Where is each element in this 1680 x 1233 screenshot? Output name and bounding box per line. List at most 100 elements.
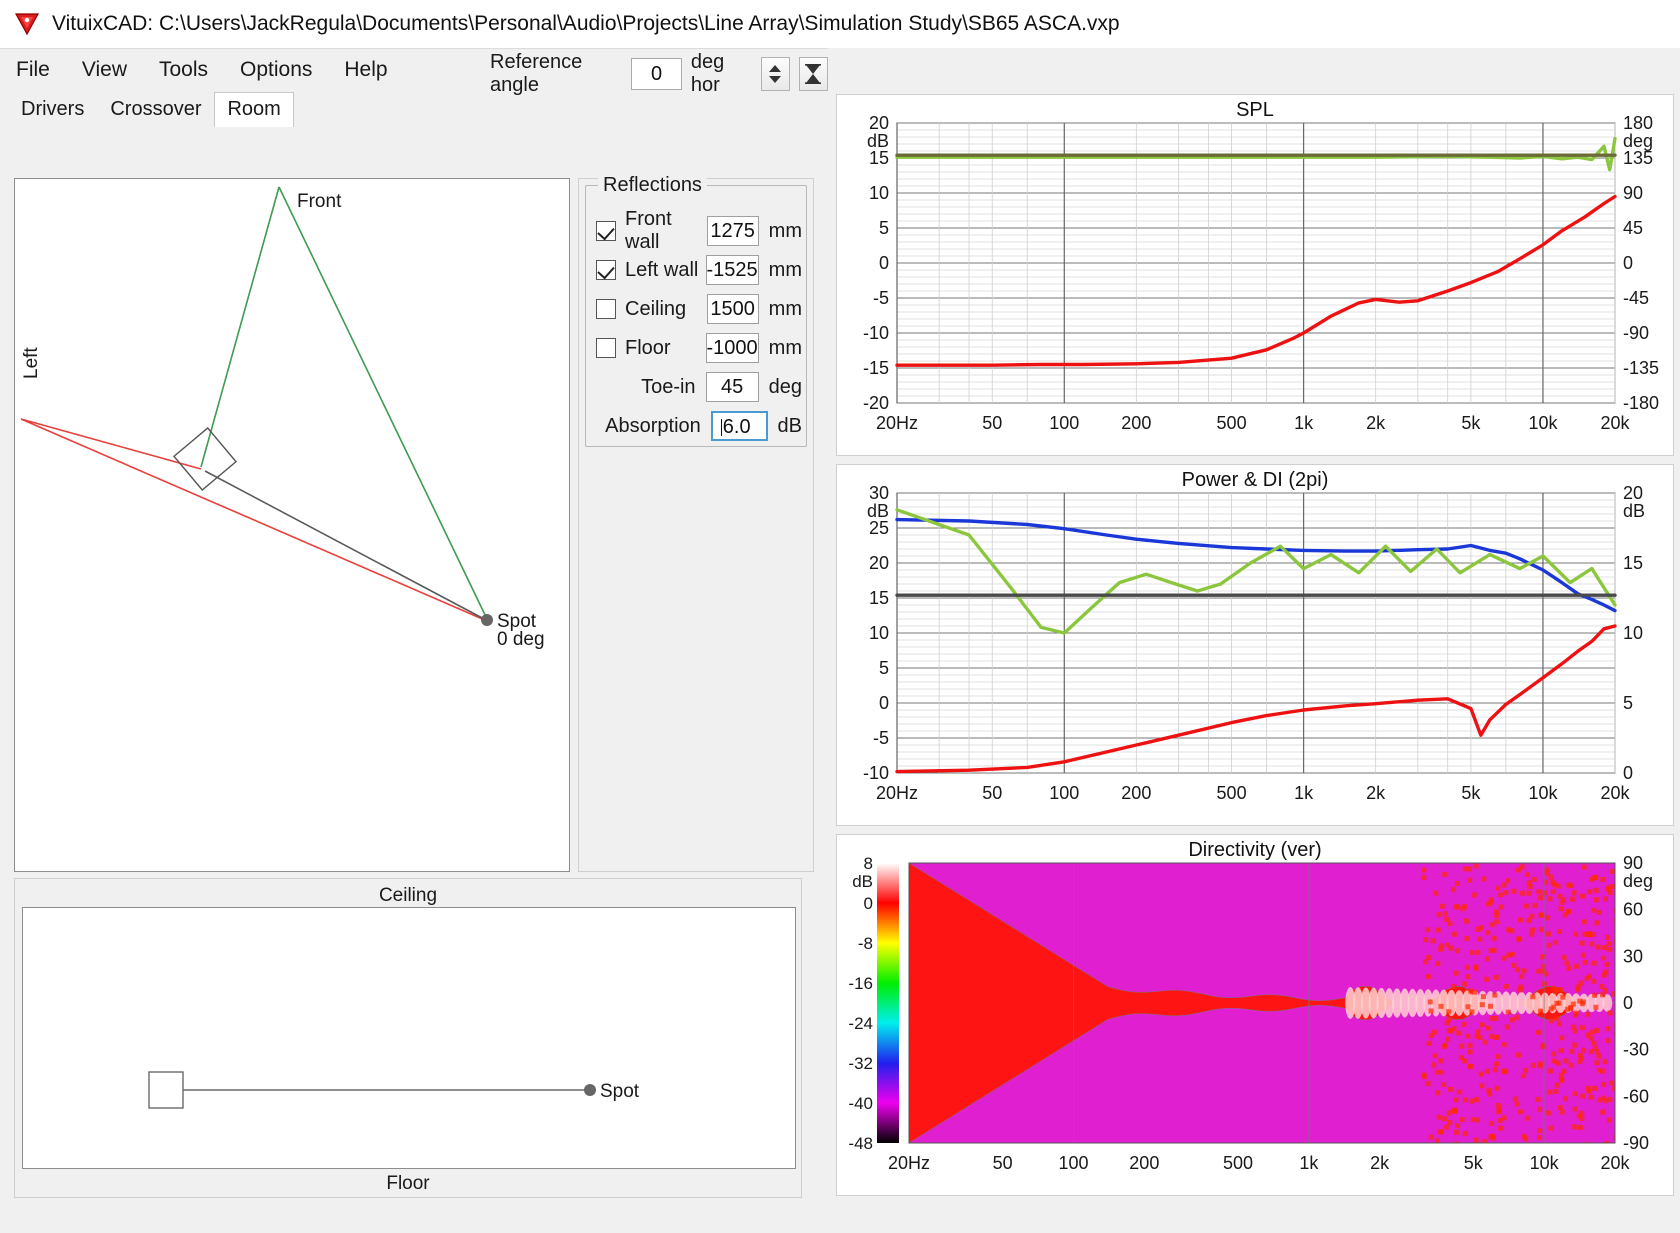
svg-text:-90: -90 bbox=[1623, 1133, 1649, 1153]
reflection-row-left-wall: Left wall -1525 mm bbox=[596, 255, 802, 285]
power-di-chart-panel[interactable]: Power & DI (2pi) 30 25 20 15 10 5 0 -5 -10 dB 20 15… bbox=[836, 464, 1674, 826]
main-split: File View Tools Options Help Reference a… bbox=[0, 48, 1680, 1233]
directivity-chart-panel[interactable]: Directivity (ver) 8 0 -8 -16 -24 -32 -40 -48 dB 9… bbox=[836, 834, 1674, 1196]
svg-text:2k: 2k bbox=[1366, 413, 1386, 433]
svg-text:90: 90 bbox=[1623, 853, 1643, 873]
tab-crossover[interactable]: Crossover bbox=[97, 92, 214, 127]
svg-text:5k: 5k bbox=[1461, 783, 1481, 803]
svg-text:-15: -15 bbox=[863, 358, 889, 378]
svg-text:2k: 2k bbox=[1370, 1153, 1390, 1173]
floor-label: Floor bbox=[625, 337, 706, 360]
svg-text:100: 100 bbox=[1049, 783, 1079, 803]
svg-text:30: 30 bbox=[1623, 946, 1643, 966]
svg-text:500: 500 bbox=[1223, 1153, 1253, 1173]
svg-text:20Hz: 20Hz bbox=[876, 783, 918, 803]
svg-text:-10: -10 bbox=[863, 763, 889, 783]
svg-text:20k: 20k bbox=[1600, 413, 1630, 433]
svg-text:-20: -20 bbox=[863, 393, 889, 413]
floor-distance-input[interactable]: -1000 bbox=[706, 333, 759, 363]
svg-text:1k: 1k bbox=[1294, 783, 1314, 803]
left-wall-unit: mm bbox=[769, 259, 802, 282]
absorption-value: 6.0 bbox=[723, 416, 751, 438]
hourglass-icon[interactable] bbox=[799, 57, 828, 91]
floor-unit: mm bbox=[769, 337, 802, 360]
svg-text:100: 100 bbox=[1058, 1153, 1088, 1173]
reflection-row-absorption: Absorption 6.0 dB bbox=[596, 411, 802, 441]
svg-text:-5: -5 bbox=[873, 728, 889, 748]
reference-angle-input[interactable]: 0 bbox=[631, 58, 682, 90]
title-bar: VituixCAD: C:\Users\JackRegula\Documents… bbox=[0, 0, 1680, 48]
svg-text:-48: -48 bbox=[848, 1134, 873, 1153]
room-side-label-floor: Floor bbox=[15, 1173, 801, 1195]
svg-text:20: 20 bbox=[1623, 483, 1643, 503]
ceiling-label: Ceiling bbox=[625, 298, 707, 321]
menu-view[interactable]: View bbox=[66, 54, 143, 86]
svg-text:-45: -45 bbox=[1623, 288, 1649, 308]
reflections-fieldset: Reflections Front wall 1275 mm Left wall… bbox=[585, 185, 807, 447]
svg-text:50: 50 bbox=[993, 1153, 1013, 1173]
svg-text:2k: 2k bbox=[1366, 783, 1386, 803]
reflections-panel: Reflections Front wall 1275 mm Left wall… bbox=[578, 178, 814, 872]
svg-text:10: 10 bbox=[1623, 623, 1643, 643]
absorption-unit: dB bbox=[778, 415, 802, 438]
menu-tools[interactable]: Tools bbox=[143, 54, 224, 86]
svg-text:500: 500 bbox=[1217, 783, 1247, 803]
tab-drivers[interactable]: Drivers bbox=[8, 92, 97, 127]
svg-text:15: 15 bbox=[869, 148, 889, 168]
svg-text:60: 60 bbox=[1623, 900, 1643, 920]
svg-text:0: 0 bbox=[864, 894, 873, 913]
svg-text:50: 50 bbox=[982, 783, 1002, 803]
svg-text:500: 500 bbox=[1217, 413, 1247, 433]
svg-text:15: 15 bbox=[1623, 553, 1643, 573]
ceiling-distance-input[interactable]: 1500 bbox=[707, 294, 759, 324]
left-wall-distance-input[interactable]: -1525 bbox=[706, 255, 759, 285]
window-title: VituixCAD: C:\Users\JackRegula\Documents… bbox=[52, 12, 1120, 36]
svg-text:200: 200 bbox=[1121, 413, 1151, 433]
svg-text:45: 45 bbox=[1623, 218, 1643, 238]
svg-text:20k: 20k bbox=[1600, 1153, 1630, 1173]
front-wall-checkbox[interactable] bbox=[596, 221, 616, 241]
svg-text:deg: deg bbox=[1623, 131, 1653, 151]
menu-options[interactable]: Options bbox=[224, 54, 328, 86]
room-side-view[interactable]: Spot bbox=[22, 907, 796, 1169]
absorption-input[interactable]: 6.0 bbox=[711, 411, 768, 441]
toe-in-unit: deg bbox=[769, 376, 802, 399]
svg-text:8: 8 bbox=[864, 854, 873, 873]
svg-text:-32: -32 bbox=[848, 1054, 873, 1073]
room-side-label-ceiling: Ceiling bbox=[15, 885, 801, 907]
reflection-row-toe-in: Toe-in 45 deg bbox=[596, 372, 802, 402]
ceiling-checkbox[interactable] bbox=[596, 299, 616, 319]
svg-text:135: 135 bbox=[1623, 148, 1653, 168]
floor-checkbox[interactable] bbox=[596, 338, 616, 358]
spl-chart-panel[interactable]: SPL 20 15 10 5 0 -5 -10 -15 -20 dB 180 135 90 45 0 -45-… bbox=[836, 94, 1674, 456]
svg-text:-40: -40 bbox=[848, 1094, 873, 1113]
room-top-view[interactable]: Front Left Spot 0 deg bbox=[14, 178, 570, 872]
tab-room[interactable]: Room bbox=[214, 92, 293, 127]
room-label-spot-angle: 0 deg bbox=[497, 629, 545, 650]
svg-text:50: 50 bbox=[982, 413, 1002, 433]
front-wall-distance-input[interactable]: 1275 bbox=[707, 216, 759, 246]
svg-text:-60: -60 bbox=[1623, 1086, 1649, 1106]
svg-text:90: 90 bbox=[1623, 183, 1643, 203]
up-down-spinner-icon[interactable] bbox=[761, 57, 790, 91]
menu-help[interactable]: Help bbox=[328, 54, 403, 86]
menu-file[interactable]: File bbox=[0, 54, 66, 86]
reflection-row-front-wall: Front wall 1275 mm bbox=[596, 216, 802, 246]
svg-text:10k: 10k bbox=[1528, 413, 1558, 433]
svg-text:1k: 1k bbox=[1299, 1153, 1319, 1173]
svg-text:0: 0 bbox=[1623, 993, 1633, 1013]
left-wall-label: Left wall bbox=[625, 259, 706, 282]
absorption-label: Absorption bbox=[596, 415, 711, 438]
svg-text:5k: 5k bbox=[1464, 1153, 1484, 1173]
reflection-row-floor: Floor -1000 mm bbox=[596, 333, 802, 363]
svg-text:deg: deg bbox=[1623, 871, 1653, 891]
svg-text:20Hz: 20Hz bbox=[876, 413, 918, 433]
left-wall-checkbox[interactable] bbox=[596, 260, 616, 280]
svg-text:30: 30 bbox=[869, 483, 889, 503]
svg-text:dB: dB bbox=[852, 872, 873, 891]
svg-text:-90: -90 bbox=[1623, 323, 1649, 343]
toe-in-input[interactable]: 45 bbox=[706, 372, 759, 402]
svg-text:-180: -180 bbox=[1623, 393, 1659, 413]
svg-text:20: 20 bbox=[869, 553, 889, 573]
svg-text:5: 5 bbox=[879, 658, 889, 678]
